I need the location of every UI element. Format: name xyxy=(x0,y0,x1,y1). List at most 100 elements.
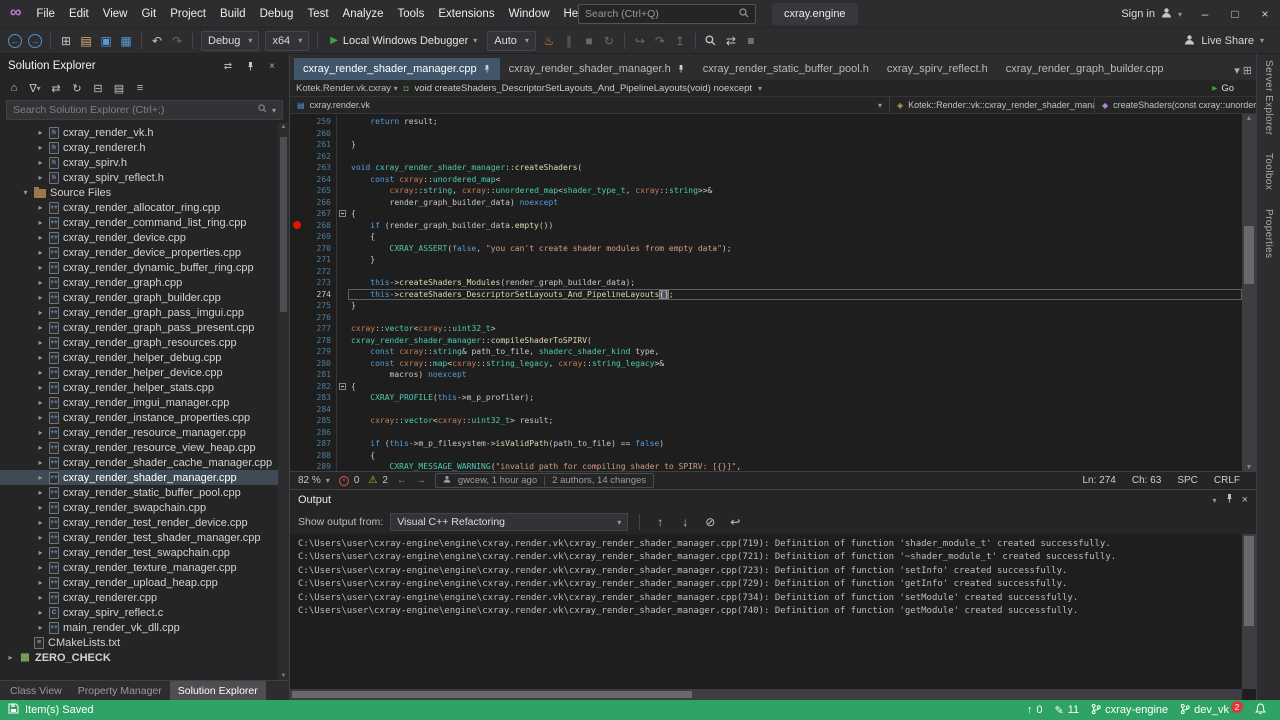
expand-arrow-icon[interactable]: ▸ xyxy=(36,428,45,437)
breakpoint-margin[interactable] xyxy=(290,256,304,264)
tree-item[interactable]: ▸ h cxray_spirv_reflect.h xyxy=(0,170,289,185)
fold-margin[interactable] xyxy=(336,127,348,139)
close-icon[interactable]: × xyxy=(263,58,281,74)
fold-margin[interactable] xyxy=(336,116,348,128)
menu-window[interactable]: Window xyxy=(502,1,557,27)
redo-icon[interactable]: ↷ xyxy=(168,31,186,51)
type-dropdown[interactable]: ◈ Kotek::Render::vk::cxray_render_shader… xyxy=(890,97,1095,113)
menu-edit[interactable]: Edit xyxy=(62,1,96,27)
expand-arrow-icon[interactable]: ▾ xyxy=(21,188,30,197)
tree-item[interactable]: ▸ ++ cxray_render_graph.cpp xyxy=(0,275,289,290)
chevron-down-icon[interactable]: ▾ xyxy=(1213,496,1217,505)
expand-arrow-icon[interactable]: ▸ xyxy=(36,128,45,137)
code-surface[interactable]: 259 return result; 260 261} 262 263 voi… xyxy=(290,114,1242,471)
expand-arrow-icon[interactable]: ▸ xyxy=(36,143,45,152)
tree-item[interactable]: ▸ ++ cxray_render_helper_debug.cpp xyxy=(0,350,289,365)
output-log[interactable]: C:\Users\user\cxray-engine\engine\cxray.… xyxy=(290,534,1256,700)
fold-margin[interactable] xyxy=(336,300,348,312)
breakpoint-margin[interactable] xyxy=(290,302,304,310)
tree-item[interactable]: ▸ h cxray_spirv.h xyxy=(0,155,289,170)
restart-icon[interactable]: ↻ xyxy=(600,31,618,51)
breakpoint-margin[interactable] xyxy=(290,428,304,436)
fold-margin[interactable] xyxy=(336,254,348,266)
right-tab-properties[interactable]: Properties xyxy=(1263,209,1274,259)
scroll-up-icon[interactable]: ▲ xyxy=(278,124,289,130)
solution-explorer-sync-icon[interactable]: ⇄ xyxy=(722,31,740,51)
fold-margin[interactable] xyxy=(336,162,348,174)
code-text[interactable]: const cxray::string& path_to_file, shade… xyxy=(348,346,1242,358)
tree-item[interactable]: ▸ ++ cxray_render_graph_pass_imgui.cpp xyxy=(0,305,289,320)
tree-item[interactable]: ▸ ++ cxray_render_graph_pass_present.cpp xyxy=(0,320,289,335)
breakpoint-margin[interactable] xyxy=(290,244,304,252)
panel-tab-property-manager[interactable]: Property Manager xyxy=(70,681,170,700)
code-text[interactable]: } xyxy=(348,300,1242,312)
code-text[interactable]: this->createShaders_DescriptorSetLayouts… xyxy=(348,288,1242,300)
sign-in-button[interactable]: Sign in ▾ xyxy=(1113,7,1190,21)
breakpoint-margin[interactable] xyxy=(290,118,304,126)
breakpoint-margin[interactable] xyxy=(290,417,304,425)
error-count[interactable]: × 0 xyxy=(338,475,359,486)
pin-icon[interactable] xyxy=(1225,494,1234,506)
tree-item[interactable]: ▸ ++ cxray_render_upload_heap.cpp xyxy=(0,575,289,590)
breakpoint-margin[interactable] xyxy=(290,336,304,344)
output-source-dropdown[interactable]: Visual C++ Refactoring ▾ xyxy=(390,513,629,531)
signature-dropdown[interactable]: void createShaders_DescriptorSetLayouts_… xyxy=(415,83,752,94)
fold-margin[interactable] xyxy=(336,219,348,231)
fold-margin[interactable] xyxy=(336,369,348,381)
scrollbar-thumb[interactable] xyxy=(1244,226,1254,284)
tree-item[interactable]: ▸ ++ cxray_render_dynamic_buffer_ring.cp… xyxy=(0,260,289,275)
fold-marker-icon[interactable] xyxy=(339,210,346,218)
tree-item[interactable]: ▸ ++ cxray_render_helper_stats.cpp xyxy=(0,380,289,395)
document-list-icon[interactable]: ▾ xyxy=(1234,64,1240,77)
breakpoint-margin[interactable] xyxy=(290,451,304,459)
step-out-icon[interactable]: ↥ xyxy=(671,31,689,51)
fold-margin[interactable] xyxy=(336,415,348,427)
code-text[interactable]: const cxray::map<cxray::string_legacy, c… xyxy=(348,358,1242,370)
menu-test[interactable]: Test xyxy=(300,1,335,27)
pending-changes-button[interactable]: ✎ 11 xyxy=(1055,704,1080,717)
new-file-icon[interactable]: ⊞ xyxy=(57,31,75,51)
expand-arrow-icon[interactable]: ▸ xyxy=(36,473,45,482)
filter-icon[interactable]: ∇ ▾ xyxy=(25,79,45,97)
expand-arrow-icon[interactable]: ▸ xyxy=(36,383,45,392)
fold-margin[interactable] xyxy=(336,392,348,404)
notifications-bell-button[interactable] xyxy=(1254,702,1267,718)
expand-arrow-icon[interactable]: ▸ xyxy=(36,293,45,302)
right-tab-server-explorer[interactable]: Server Explorer xyxy=(1263,60,1274,135)
fold-margin[interactable] xyxy=(336,231,348,243)
git-blame-widget[interactable]: gwcew, 1 hour ago 2 authors, 14 changes xyxy=(434,473,655,488)
sync-active-document-icon[interactable]: ⇄ xyxy=(46,79,66,97)
expand-arrow-icon[interactable]: ▸ xyxy=(36,518,45,527)
breakpoint-margin[interactable] xyxy=(290,279,304,287)
tree-item[interactable]: ▸ ++ cxray_render_device_properties.cpp xyxy=(0,245,289,260)
branch-button[interactable]: dev_vk 2 xyxy=(1180,701,1243,718)
expand-arrow-icon[interactable]: ▸ xyxy=(36,323,45,332)
code-text[interactable]: CXRAY_ASSERT(false, "you can't create sh… xyxy=(348,243,1242,255)
tree-item[interactable]: ▸ h cxray_render_vk.h xyxy=(0,125,289,140)
menu-tools[interactable]: Tools xyxy=(390,1,431,27)
breakpoint-margin[interactable] xyxy=(290,440,304,448)
expand-arrow-icon[interactable]: ▸ xyxy=(36,563,45,572)
expand-arrow-icon[interactable]: ▸ xyxy=(36,578,45,587)
tree-item[interactable]: ▸ h cxray_renderer.h xyxy=(0,140,289,155)
code-text[interactable]: if (render_graph_builder_data.empty()) xyxy=(348,220,1242,232)
breakpoint-margin[interactable] xyxy=(290,233,304,241)
expand-arrow-icon[interactable]: ▸ xyxy=(36,248,45,257)
tree-item[interactable]: ▸ ++ cxray_render_device.cpp xyxy=(0,230,289,245)
breakpoint-margin[interactable] xyxy=(290,405,304,413)
spaces-indicator[interactable]: SPC xyxy=(1177,475,1198,486)
clear-all-icon[interactable]: ⊘ xyxy=(701,512,719,532)
chevron-down-icon[interactable]: ▾ xyxy=(272,106,276,115)
hot-reload-mode-dropdown[interactable]: Auto ▾ xyxy=(487,30,536,51)
expand-arrow-icon[interactable]: ▸ xyxy=(36,203,45,212)
fold-margin[interactable] xyxy=(336,139,348,151)
save-icon[interactable]: ▣ xyxy=(97,31,115,51)
expand-arrow-icon[interactable]: ▸ xyxy=(36,398,45,407)
stop-icon[interactable]: ■ xyxy=(580,31,598,51)
breakpoint-margin[interactable] xyxy=(290,267,304,275)
go-button[interactable]: ▸ Go xyxy=(1212,83,1250,94)
breakpoint-margin[interactable] xyxy=(290,394,304,402)
line-indicator[interactable]: Ln: 274 xyxy=(1082,475,1115,486)
scope-dropdown[interactable]: Kotek.Render.vk.cxray ▾ xyxy=(296,83,398,94)
fold-margin[interactable] xyxy=(336,277,348,289)
